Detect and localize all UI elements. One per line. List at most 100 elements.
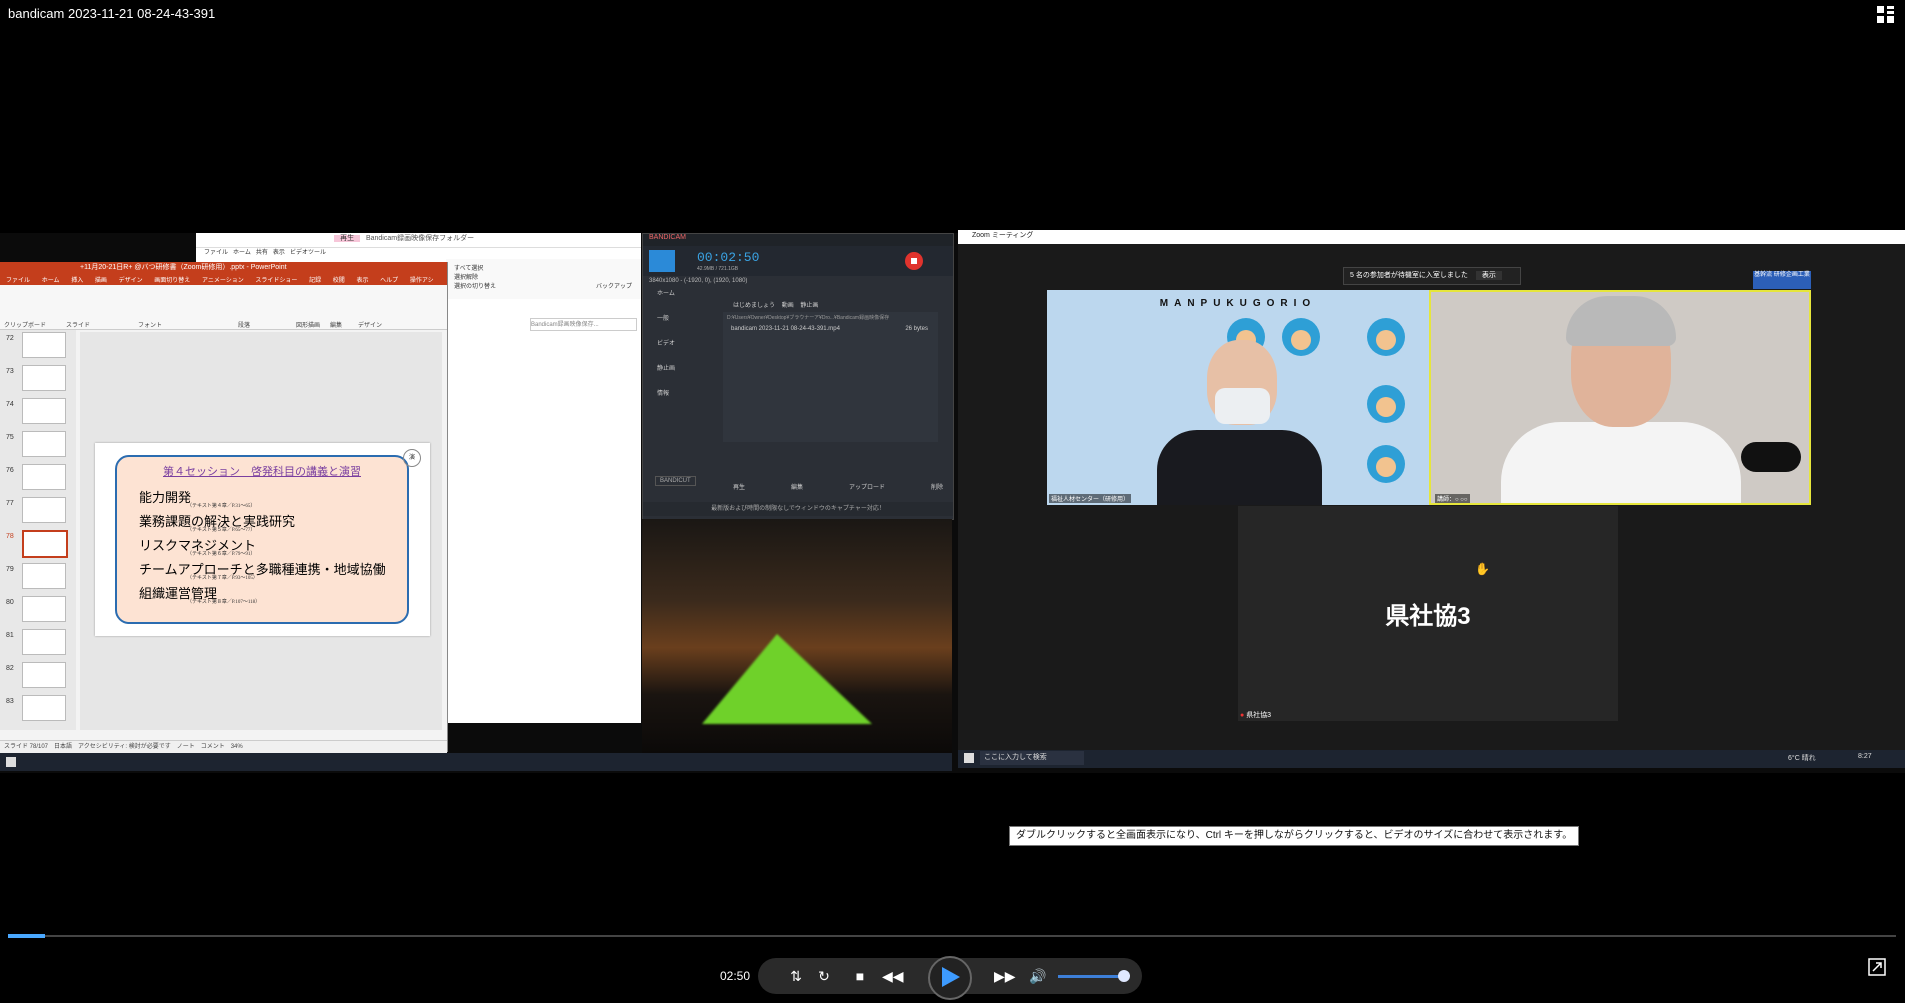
seek-bar-progress[interactable] (8, 934, 45, 938)
participant-video-3[interactable]: 県社協3 ● 県社協3 (1238, 506, 1618, 721)
ppt-tab[interactable]: スライドショー (255, 278, 297, 284)
expand-icon[interactable] (1868, 958, 1886, 976)
tab-getting-started[interactable]: はじめましょう (733, 303, 775, 309)
slide-thumbnail[interactable]: 72 (4, 332, 74, 360)
slide-thumbnail[interactable]: 76 (4, 464, 74, 492)
slide-subline: （テキスト第６章／P.79〜91） (187, 552, 256, 557)
ribbon-group-clipboard: クリップボード (4, 323, 47, 329)
explorer-tab-share[interactable]: 共有 (256, 250, 268, 256)
explorer-tab-video-tools[interactable]: ビデオツール (290, 250, 326, 256)
explorer-title-text: Bandicam録画映像保存フォルダー (365, 235, 475, 242)
ppt-tab[interactable]: ヘルプ (380, 278, 398, 284)
ppt-tab[interactable]: デザイン (119, 278, 143, 284)
recorded-file-name[interactable]: bandicam 2023-11-21 08-24-43-391.mp4 (731, 326, 840, 332)
edit-button[interactable]: 編集 (791, 482, 803, 491)
ppt-tab[interactable]: 挿入 (71, 278, 83, 284)
slide-title: 第４セッション 啓発科目の講義と演習 (163, 466, 361, 478)
volume-slider[interactable] (1058, 975, 1126, 978)
bandicam-file-list[interactable]: D:¥Users¥Owner¥Desktop¥ブラウナーア¥Dro...¥Ban… (723, 312, 938, 442)
slide-thumbnail[interactable]: 79 (4, 563, 74, 591)
slide-subline: （テキスト第８章／P.107〜118） (187, 600, 261, 605)
ppt-tab[interactable]: ホーム (42, 278, 60, 284)
backup-button[interactable]: バックアップ (596, 281, 632, 290)
slide-thumbnail[interactable]: 73 (4, 365, 74, 393)
volume-icon[interactable]: 🔊 (1028, 966, 1048, 986)
desktop-wallpaper (642, 519, 952, 753)
explorer-tab-home[interactable]: ホーム (233, 250, 251, 256)
invert-selection-button[interactable]: 選択の切り替え (454, 281, 496, 290)
current-slide[interactable]: 第４セッション 啓発科目の講義と演習 能力開発 （テキスト第４章／P.31〜65… (95, 443, 430, 636)
window-title: bandicam 2023-11-21 08-24-43-391 (8, 6, 216, 21)
slide-line: 能力開発 (139, 490, 192, 505)
play-tab-highlight[interactable]: 再生 (334, 235, 361, 242)
compact-view-icon[interactable] (1877, 6, 1895, 24)
sidebar-item-home[interactable]: ホーム (657, 288, 675, 297)
slide-thumbnail[interactable]: 82 (4, 662, 74, 690)
participant-video-2-speaker[interactable]: 講師：○ ○○ (1429, 290, 1811, 505)
fast-forward-icon[interactable]: ▶▶ (994, 966, 1016, 986)
seek-bar[interactable] (8, 935, 1896, 937)
participant-video-1[interactable]: MANPUKUGORIO 福祉人材センター（研修用） (1047, 290, 1429, 505)
tab-image[interactable]: 静止画 (800, 303, 818, 309)
ppt-tab[interactable]: ファイル (6, 278, 30, 284)
slide-thumbnail[interactable]: 80 (4, 596, 74, 624)
bandicut-logo[interactable]: BANDICUT (655, 476, 696, 486)
sidebar-item-image[interactable]: 静止画 (657, 363, 675, 372)
bandicam-window: BANDICAM 00:02:50 42.9MB / 721.1GB 3840x… (642, 233, 954, 520)
windows-start-icon (964, 753, 974, 763)
view-waiting-room-button[interactable]: 表示 (1475, 271, 1502, 280)
explorer-search-input[interactable]: Bandicam録画映像保存... (530, 318, 637, 331)
stop-icon[interactable]: ■ (850, 966, 870, 986)
ppt-tab[interactable]: 画面切り替え (154, 278, 190, 284)
tent-image (702, 634, 872, 724)
ppt-tab[interactable]: 表示 (356, 278, 368, 284)
play-button[interactable] (928, 956, 972, 1000)
explorer-tab-file[interactable]: ファイル (204, 250, 228, 256)
windows-taskbar-left[interactable] (0, 753, 952, 771)
ppt-tab[interactable]: 校閲 (333, 278, 345, 284)
slide-thumbnail[interactable]: 77 (4, 497, 74, 525)
explorer-ribbon: すべて選択 選択解除 選択の切り替え バックアップ (446, 259, 641, 299)
sidebar-item-general[interactable]: 一般 (657, 313, 669, 322)
ppt-tab[interactable]: 描画 (95, 278, 107, 284)
ribbon-group-drawing: 図形描画 (296, 323, 321, 329)
upload-button[interactable]: アップロード (849, 482, 885, 491)
stop-recording-button[interactable] (905, 252, 923, 270)
playback-controls: ⇅ ↻ ■ ◀◀ ▶▶ 🔊 (758, 956, 1142, 1000)
monkey-icon (1367, 385, 1405, 423)
windows-start-icon[interactable] (6, 757, 16, 767)
ppt-tab[interactable]: 操作アシ (410, 278, 434, 284)
slide-thumbnail[interactable]: 75 (4, 431, 74, 459)
taskbar-search-input[interactable]: ここに入力して検索 (980, 751, 1084, 765)
background-banner: MANPUKUGORIO (1159, 298, 1317, 309)
repeat-icon[interactable]: ↻ (814, 966, 834, 986)
delete-button[interactable]: 削除 (931, 482, 943, 491)
slide-thumbnail-pane[interactable]: 72 73 74 75 76 77 78 79 80 81 82 83 (0, 330, 76, 730)
play-button[interactable]: 再生 (733, 482, 745, 491)
windows-taskbar-right[interactable]: ここに入力して検索 6°C 晴れ 8:27 (958, 750, 1905, 768)
screen-mode-icon[interactable] (649, 250, 675, 272)
slide-subline: （テキスト第７章／P.93〜105） (187, 576, 258, 581)
rewind-icon[interactable]: ◀◀ (882, 966, 904, 986)
monkey-icon (1367, 318, 1405, 356)
bandicam-footer[interactable]: 最新版および時間の制限なしでウィンドウのキャプチャー対応！ (643, 502, 953, 516)
ppt-tab[interactable]: 記録 (309, 278, 321, 284)
recording-size: 42.9MB / 721.1GB (697, 266, 739, 272)
sidebar-item-video[interactable]: ビデオ (657, 338, 675, 347)
bandicam-toolbar: 00:02:50 42.9MB / 721.1GB (643, 246, 953, 276)
player-tooltip: ダブルクリックすると全画面表示になり、Ctrl キーを押しながらクリックすると、… (1009, 826, 1580, 846)
select-all-button[interactable]: すべて選択 (454, 263, 483, 272)
slide-thumbnail-selected[interactable]: 78 (4, 530, 74, 558)
ppt-tab[interactable]: アニメーション (202, 278, 244, 284)
slide-thumbnail[interactable]: 81 (4, 629, 74, 657)
explorer-tab-view[interactable]: 表示 (273, 250, 285, 256)
participant-name-label: ● 県社協3 (1240, 712, 1272, 719)
tab-video[interactable]: 動画 (782, 303, 794, 309)
slide-thumbnail[interactable]: 83 (4, 695, 74, 723)
ribbon-group-slide: スライド (66, 323, 91, 329)
volume-slider-knob[interactable] (1118, 970, 1130, 982)
slide-thumbnail[interactable]: 74 (4, 398, 74, 426)
ab-repeat-icon[interactable]: ⇅ (786, 966, 806, 986)
sidebar-item-info[interactable]: 情報 (657, 388, 669, 397)
deselect-button[interactable]: 選択解除 (454, 272, 478, 281)
